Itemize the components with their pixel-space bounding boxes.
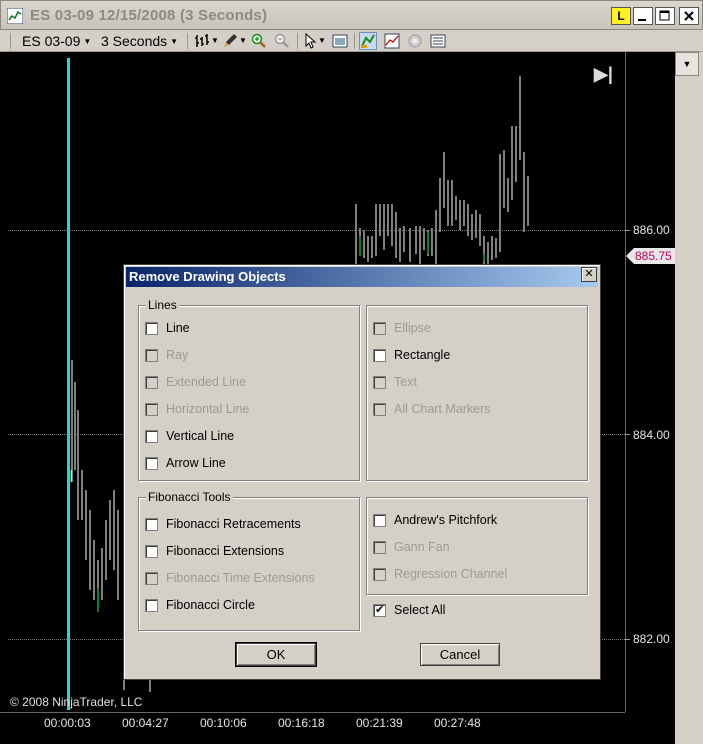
checkbox-label: Text [394, 375, 417, 389]
checkbox-box[interactable] [145, 545, 158, 558]
maximize-icon [659, 10, 670, 21]
checkbox-box [145, 376, 158, 389]
checkbox-box[interactable] [145, 430, 158, 443]
checkbox-label: All Chart Markers [394, 402, 491, 416]
price-tick [625, 639, 630, 640]
minimize-icon [638, 19, 646, 21]
checkbox-box [145, 403, 158, 416]
fibonacci-group-label: Fibonacci Tools [146, 490, 233, 504]
cursor-line[interactable] [67, 58, 70, 710]
chevron-down-icon: ▼ [682, 59, 692, 69]
scroll-to-end-icon[interactable]: ▶| [594, 64, 613, 85]
price-label: 882.00 [633, 632, 670, 646]
checkbox-box [145, 572, 158, 585]
minimize-button[interactable] [633, 7, 653, 25]
close-icon [684, 11, 694, 21]
checkbox-label: Fibonacci Circle [166, 598, 255, 612]
checkbox-label: Rectangle [394, 348, 451, 362]
time-label: 00:21:39 [356, 716, 403, 730]
lines-group-label: Lines [146, 298, 179, 312]
checkbox-box [145, 349, 158, 362]
time-label: 00:16:18 [278, 716, 325, 730]
checkbox-label: Line [166, 321, 190, 335]
price-tick [625, 230, 630, 231]
checkbox-box [373, 322, 386, 335]
panel-menu-button[interactable]: ▼ [675, 52, 699, 76]
checkbox-label: Regression Channel [394, 567, 508, 581]
price-label: 884.00 [633, 428, 670, 442]
checkbox-label: Fibonacci Extensions [166, 544, 285, 558]
price-tick [625, 434, 630, 435]
remove-drawing-objects-dialog: Remove Drawing Objects ✕ Lines Line Ray … [123, 264, 601, 680]
checkbox-box [373, 541, 386, 554]
close-window-button[interactable] [679, 7, 699, 25]
dialog-title: Remove Drawing Objects [126, 267, 598, 287]
time-label: 00:27:48 [434, 716, 481, 730]
checkbox-label: Andrew's Pitchfork [394, 513, 498, 527]
price-label: 886.00 [633, 223, 670, 237]
current-price-label: 885.75 [635, 249, 672, 263]
checkbox-label: Vertical Line [166, 429, 235, 443]
time-axis [0, 712, 625, 713]
checkbox-label: Fibonacci Retracements [166, 517, 301, 531]
right-panel [675, 52, 703, 744]
time-label: 00:00:03 [44, 716, 91, 730]
checkbox-label: Select All [394, 603, 446, 617]
checkbox-box [373, 403, 386, 416]
checkbox-box[interactable] [373, 603, 386, 617]
checkbox-box[interactable] [373, 514, 386, 527]
checkbox-label: Fibonacci Time Extensions [166, 571, 315, 585]
checkbox-box [373, 376, 386, 389]
maximize-button[interactable] [655, 7, 675, 25]
checkbox-box[interactable] [145, 518, 158, 531]
checkbox-box[interactable] [373, 349, 386, 362]
checkbox-label: Arrow Line [166, 456, 226, 470]
checkbox-box[interactable] [145, 599, 158, 612]
checkbox-box[interactable] [145, 322, 158, 335]
close-icon: ✕ [584, 268, 594, 280]
time-label: 00:10:06 [200, 716, 247, 730]
price-axis[interactable] [625, 52, 626, 712]
gridline [8, 230, 625, 231]
time-label: 00:04:27 [122, 716, 169, 730]
checkbox-box[interactable] [145, 457, 158, 470]
ok-button[interactable]: OK [235, 642, 317, 667]
checkbox-label: Horizontal Line [166, 402, 250, 416]
checkbox-label: Extended Line [166, 375, 246, 389]
checkbox-label: Gann Fan [394, 540, 450, 554]
copyright-text: © 2008 NinjaTrader, LLC [10, 695, 143, 709]
cancel-button[interactable]: Cancel [420, 643, 500, 666]
checkbox-label: Ray [166, 348, 189, 362]
dialog-close-button[interactable]: ✕ [581, 267, 597, 282]
checkbox-label: Ellipse [394, 321, 431, 335]
checkbox-box [373, 568, 386, 581]
